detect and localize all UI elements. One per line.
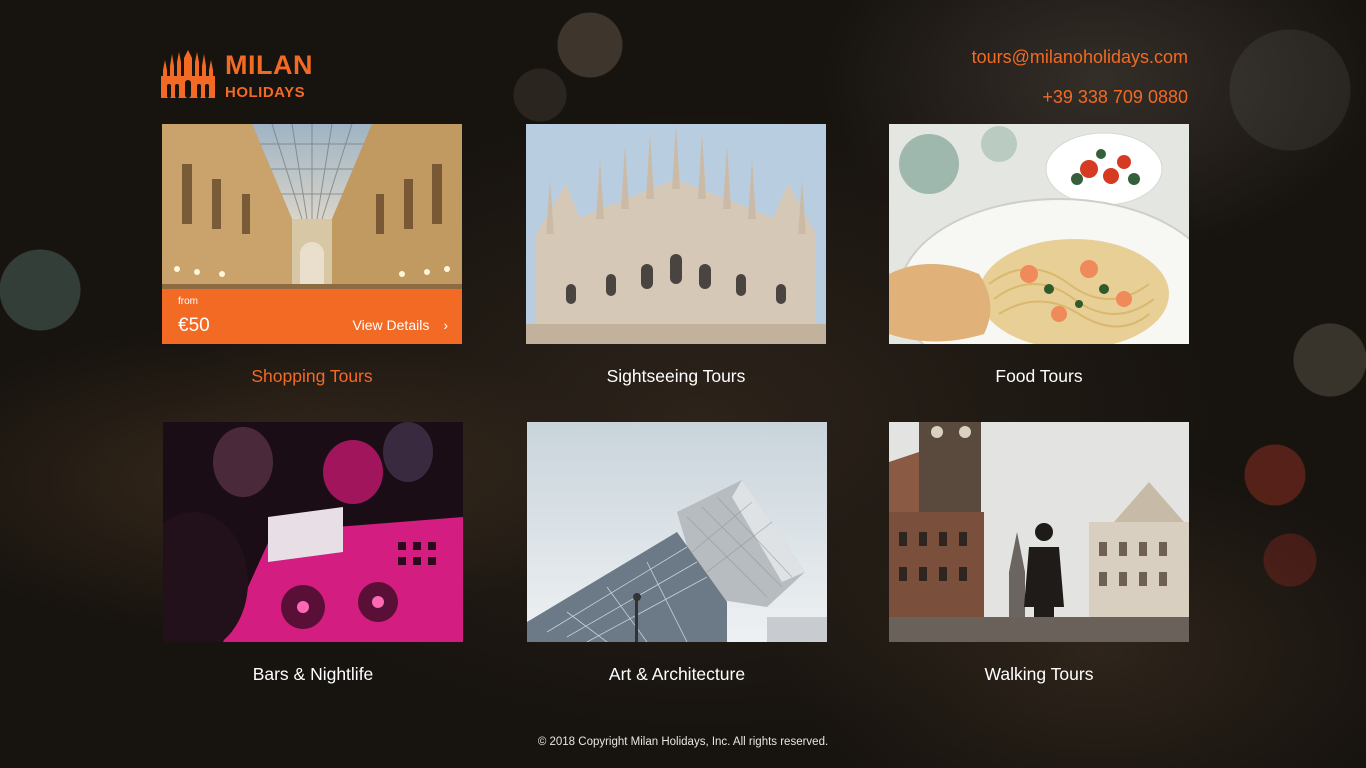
tour-card-nightlife: Bars & Nightlife	[163, 422, 463, 685]
brand-name: MILAN	[225, 50, 313, 80]
contact-info: tours@milanoholidays.com +39 338 709 088…	[972, 46, 1188, 108]
contact-phone-link[interactable]: +39 338 709 0880	[972, 86, 1188, 108]
price-overlay: from €50 View Details ›	[162, 289, 462, 344]
brand-tagline: HOLIDAYS	[225, 84, 306, 101]
tour-label-architecture[interactable]: Art & Architecture	[527, 664, 827, 685]
contact-email-link[interactable]: tours@milanoholidays.com	[972, 46, 1188, 68]
price-from-label: from	[178, 296, 198, 307]
tour-card-image[interactable]	[889, 422, 1189, 642]
dj-mixer-photo-icon	[163, 422, 463, 642]
tour-card-shopping: from €50 View Details › Shopping Tours	[162, 124, 462, 387]
view-details-link[interactable]: View Details ›	[353, 317, 448, 333]
tour-card-image[interactable]: from €50 View Details ›	[162, 124, 462, 344]
cathedral-logo-icon	[161, 50, 215, 98]
tour-label-shopping[interactable]: Shopping Tours	[162, 366, 462, 387]
tour-card-sightseeing: Sightseeing Tours	[526, 124, 826, 387]
tour-label-walking[interactable]: Walking Tours	[889, 664, 1189, 685]
chevron-right-icon: ›	[443, 317, 448, 333]
tour-card-walking: Walking Tours	[889, 422, 1189, 685]
pasta-dish-photo-icon	[889, 124, 1189, 344]
footer-copyright: © 2018 Copyright Milan Holidays, Inc. Al…	[537, 736, 829, 748]
tour-label-nightlife[interactable]: Bars & Nightlife	[163, 664, 463, 685]
tour-card-architecture: Art & Architecture	[527, 422, 827, 685]
tour-label-sightseeing[interactable]: Sightseeing Tours	[526, 366, 826, 387]
tour-card-image[interactable]	[889, 124, 1189, 344]
cathedral-photo-icon	[526, 124, 826, 344]
tour-card-image[interactable]	[163, 422, 463, 642]
old-town-street-photo-icon	[889, 422, 1189, 642]
tour-label-food[interactable]: Food Tours	[889, 366, 1189, 387]
view-details-label: View Details	[352, 317, 430, 333]
tour-card-food: Food Tours	[889, 124, 1189, 387]
price-value: €50	[178, 315, 210, 336]
brand-logo[interactable]: MILAN HOLIDAYS	[161, 50, 313, 100]
modern-building-photo-icon	[527, 422, 827, 642]
tour-card-image[interactable]	[526, 124, 826, 344]
tour-card-image[interactable]	[527, 422, 827, 642]
